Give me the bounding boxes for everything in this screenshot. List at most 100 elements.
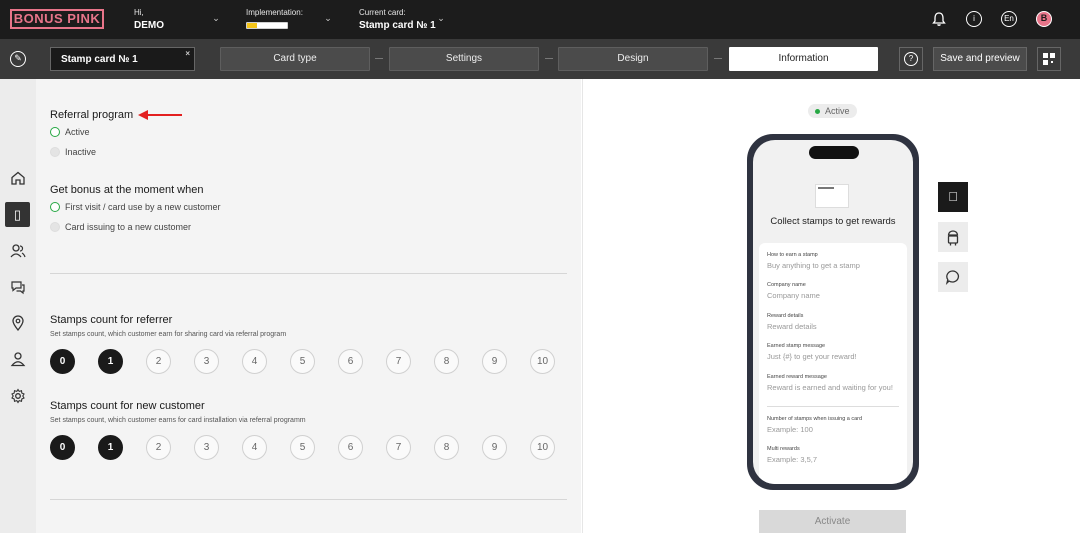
save-preview-button[interactable]: Save and preview <box>933 47 1027 71</box>
stamp-option-1[interactable]: 1 <box>98 349 123 374</box>
stamp-option-10[interactable]: 10 <box>530 435 555 460</box>
radio-label: First visit / card use by a new customer <box>65 202 221 212</box>
greeting-label: Hi, <box>134 8 144 17</box>
bonus-moment-title: Get bonus at the moment when <box>50 184 204 196</box>
radio-card-issuing[interactable]: Card issuing to a new customer <box>50 222 191 232</box>
top-header: BONUS PINK Hi, DEMO ⌄ Implementation: ⌄ … <box>0 0 1080 39</box>
phone-mockup: Collect stamps to get rewards How to ear… <box>747 134 919 490</box>
card-headline: Collect stamps to get rewards <box>770 216 896 227</box>
tab-design[interactable]: Design <box>558 47 708 71</box>
field-label: Reward details <box>767 313 804 319</box>
stamp-option-5[interactable]: 5 <box>290 349 315 374</box>
referrer-stamps-title: Stamps count for referrer <box>50 314 173 326</box>
home-icon[interactable] <box>10 170 26 186</box>
stamp-option-8[interactable]: 8 <box>434 349 459 374</box>
apple-icon[interactable]:  <box>938 182 968 212</box>
field-value: Company name <box>767 291 820 300</box>
radio-dot <box>50 127 60 137</box>
card-thumbnail <box>815 184 849 208</box>
tab-settings[interactable]: Settings <box>389 47 539 71</box>
field-value: Buy anything to get a stamp <box>767 261 860 270</box>
radio-referral-active[interactable]: Active <box>50 127 90 137</box>
language-switch[interactable]: En <box>1001 11 1017 27</box>
stamp-option-8[interactable]: 8 <box>434 435 459 460</box>
editor-toolbar: ✎ Stamp card № 1 × Card type Settings De… <box>0 39 1080 79</box>
field-label: Number of stamps when issuing a card <box>767 416 863 422</box>
radio-label: Inactive <box>65 147 97 157</box>
stamp-option-9[interactable]: 9 <box>482 349 507 374</box>
stamp-option-0[interactable]: 0 <box>50 435 75 460</box>
tab-card-type[interactable]: Card type <box>220 47 370 71</box>
help-icon: ? <box>904 52 918 66</box>
stamp-option-10[interactable]: 10 <box>530 349 555 374</box>
radio-dot <box>50 147 60 157</box>
qr-code-icon <box>1043 53 1055 65</box>
radio-label: Card issuing to a new customer <box>65 222 192 232</box>
logo[interactable]: BONUS PINK <box>10 9 104 29</box>
qr-code-button[interactable] <box>1037 47 1061 71</box>
referral-program-title: Referral program <box>50 109 134 121</box>
implementation-label: Implementation: <box>246 8 303 17</box>
arrow-head <box>138 110 148 120</box>
field-value: Example: 3,5,7 <box>767 455 818 464</box>
stamp-option-5[interactable]: 5 <box>290 435 315 460</box>
location-icon[interactable] <box>10 315 26 331</box>
card-icon[interactable]: ▯ <box>5 202 30 227</box>
chevron-down-icon[interactable]: ⌄ <box>323 13 333 23</box>
new-customer-stamp-selector: 0 1 2 3 4 5 6 7 8 9 10 <box>50 435 578 460</box>
tab-information[interactable]: Information <box>729 47 878 71</box>
card-preview-panel: Active Collect stamps to get rewards How… <box>582 79 1080 533</box>
stamp-option-4[interactable]: 4 <box>242 435 267 460</box>
stamp-option-2[interactable]: 2 <box>146 349 171 374</box>
arrow-line <box>146 114 182 116</box>
user-greeting[interactable]: Hi, DEMO <box>134 8 164 32</box>
message-icon[interactable] <box>938 262 968 292</box>
activate-button[interactable]: Activate <box>759 510 906 533</box>
info-icon[interactable]: i <box>966 11 982 27</box>
user-name: DEMO <box>134 20 164 31</box>
field-label: How to earn a stamp <box>767 252 818 258</box>
section-divider <box>50 499 567 500</box>
stamp-option-1[interactable]: 1 <box>98 435 123 460</box>
step-divider <box>545 58 553 59</box>
new-customer-stamps-title: Stamps count for new customer <box>50 400 205 412</box>
radio-label: Active <box>65 127 90 137</box>
edit-icon[interactable]: ✎ <box>10 51 26 67</box>
progress-fill <box>247 23 257 28</box>
android-icon[interactable] <box>938 222 968 252</box>
stamp-option-6[interactable]: 6 <box>338 349 363 374</box>
close-icon[interactable]: × <box>185 49 190 58</box>
field-label: Earned reward message <box>767 374 827 380</box>
field-label: Earned stamp message <box>767 343 826 349</box>
stamp-option-3[interactable]: 3 <box>194 349 219 374</box>
current-card-selector[interactable]: Current card: Stamp card № 1 <box>359 8 436 32</box>
avatar[interactable]: B <box>1036 11 1052 27</box>
stamp-option-4[interactable]: 4 <box>242 349 267 374</box>
sidebar: ▯ <box>0 79 36 533</box>
stamp-option-0[interactable]: 0 <box>50 349 75 374</box>
status-text: Active <box>825 106 850 116</box>
radio-first-visit[interactable]: First visit / card use by a new customer <box>50 202 221 212</box>
stamp-option-7[interactable]: 7 <box>386 435 411 460</box>
stamp-option-6[interactable]: 6 <box>338 435 363 460</box>
chat-icon[interactable] <box>10 279 26 295</box>
field-value: Reward is earned and waiting for you! <box>767 383 893 392</box>
card-name-field[interactable]: Stamp card № 1 × <box>50 47 195 71</box>
help-button[interactable]: ? <box>899 47 923 71</box>
stamp-option-3[interactable]: 3 <box>194 435 219 460</box>
stamp-option-9[interactable]: 9 <box>482 435 507 460</box>
referrer-stamp-selector: 0 1 2 3 4 5 6 7 8 9 10 <box>50 349 578 374</box>
bell-icon[interactable] <box>931 11 947 27</box>
chevron-down-icon[interactable]: ⌄ <box>436 13 446 23</box>
stamp-option-7[interactable]: 7 <box>386 349 411 374</box>
settings-icon[interactable] <box>10 388 26 404</box>
chevron-down-icon[interactable]: ⌄ <box>211 13 221 23</box>
stamp-option-2[interactable]: 2 <box>146 435 171 460</box>
radio-referral-inactive[interactable]: Inactive <box>50 147 96 157</box>
phone-notch <box>809 146 859 159</box>
profile-icon[interactable] <box>10 351 26 367</box>
radio-dot <box>50 202 60 212</box>
new-customer-stamps-subtitle: Set stamps count, which customer earns f… <box>50 417 306 424</box>
card-back-fields: How to earn a stamp Buy anything to get … <box>759 243 907 484</box>
users-icon[interactable] <box>10 243 26 259</box>
